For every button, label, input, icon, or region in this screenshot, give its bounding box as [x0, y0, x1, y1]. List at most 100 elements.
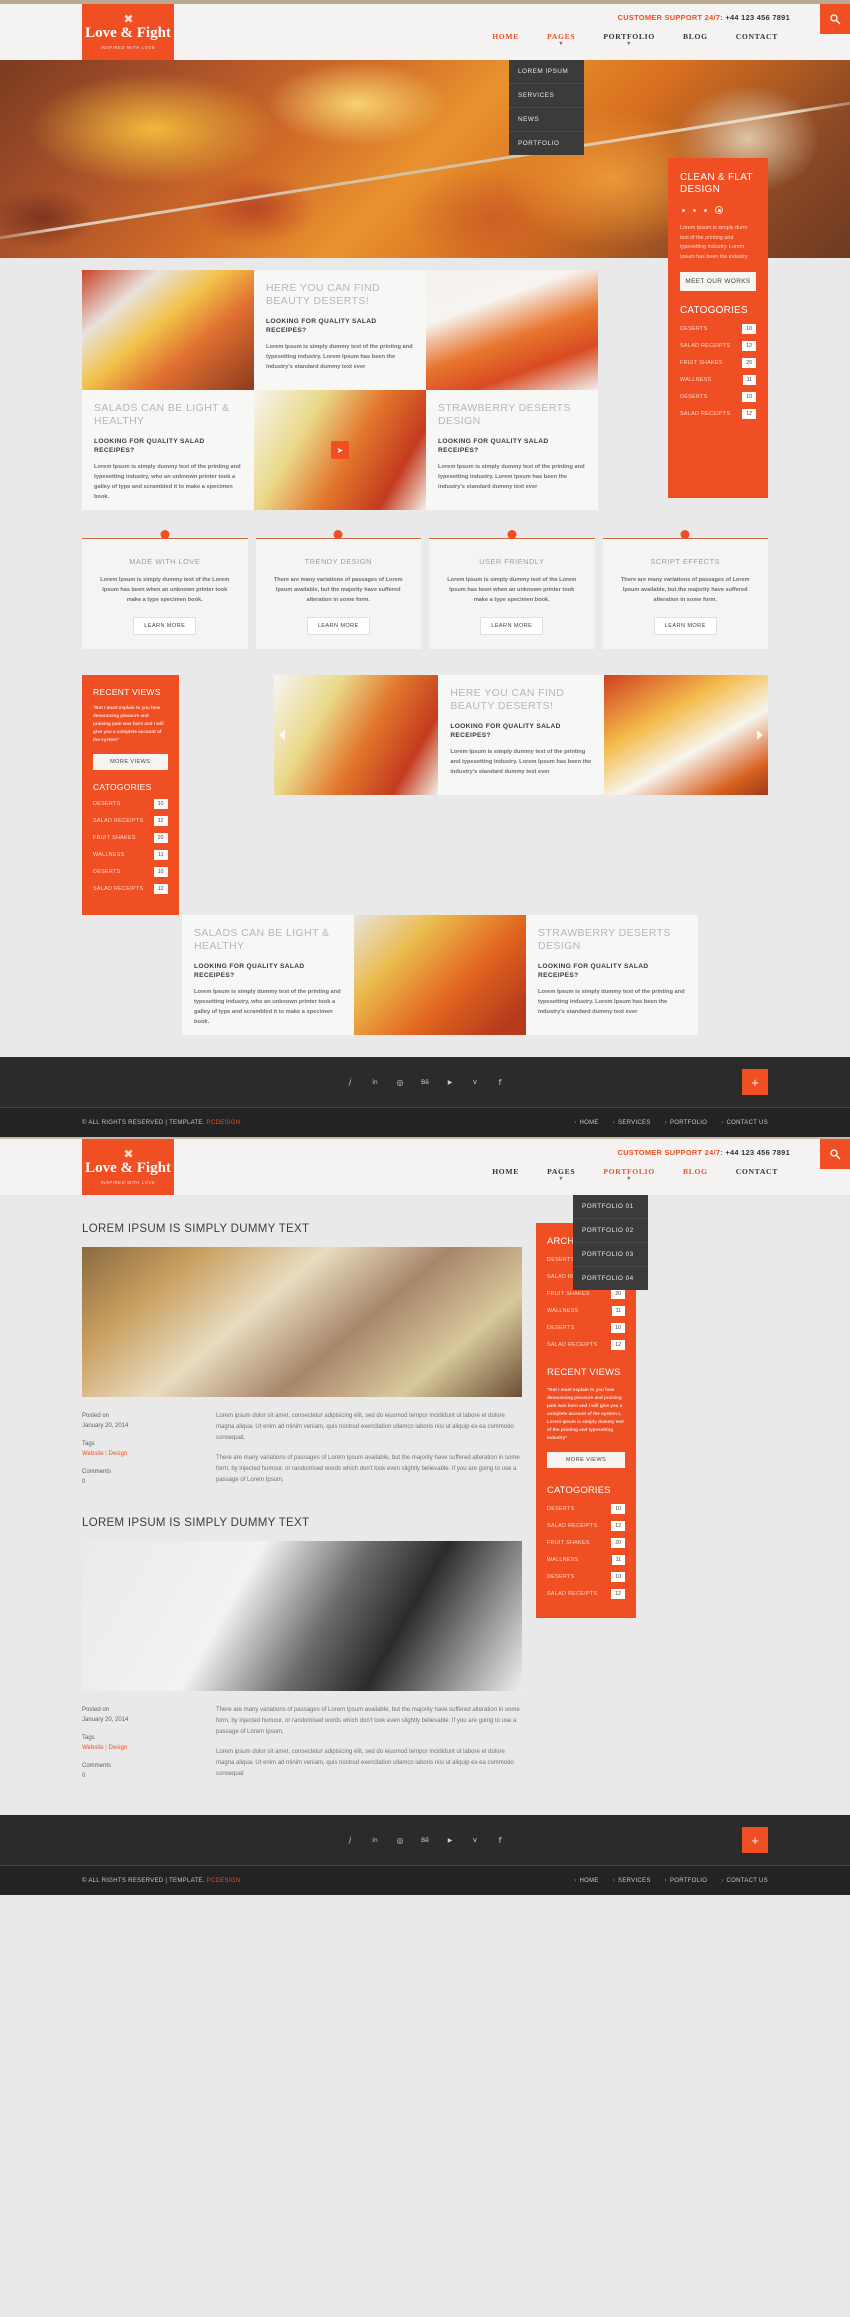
footer-link-services[interactable]: SERVICES [613, 1878, 651, 1884]
category-item[interactable]: SALAD RECEIPTS 12 [547, 1589, 625, 1599]
learn-more-button[interactable]: LEARN MORE [480, 617, 544, 635]
category-item[interactable]: WALLNESS 11 [93, 850, 168, 860]
learn-more-button[interactable]: LEARN MORE [306, 617, 370, 635]
archive-item[interactable]: WALLNESS 11 [547, 1306, 625, 1316]
dribbble-icon[interactable]: ◎ [395, 1077, 406, 1088]
archive-item[interactable]: DESERTS 10 [547, 1323, 625, 1333]
nav-portfolio[interactable]: PORTFOLIO ▾ [589, 28, 669, 51]
category-item[interactable]: FRUIT SHAKES 20 [93, 833, 168, 843]
category-item[interactable]: WALLNESS 11 [680, 375, 756, 385]
youtube-icon[interactable]: ▶ [445, 1835, 456, 1846]
nav-blog[interactable]: BLOG [669, 28, 722, 51]
grid-photo-3[interactable]: ➤ [254, 390, 426, 510]
tag-website[interactable]: Website [82, 1745, 104, 1751]
linkedin-icon[interactable]: in [370, 1077, 381, 1088]
slider-dot-2[interactable] [693, 208, 696, 212]
youtube-icon[interactable]: ▶ [445, 1077, 456, 1088]
category-item[interactable]: SALAD RECEIPTS 12 [680, 341, 756, 351]
category-item[interactable]: SALAD RECEIPTS 12 [547, 1521, 625, 1531]
dribbble-icon[interactable]: ◎ [395, 1835, 406, 1846]
category-item[interactable]: SALAD RECEIPTS 12 [93, 816, 168, 826]
category-item[interactable]: FRUIT SHAKES 20 [547, 1538, 625, 1548]
dropdown-item-portfolio-01[interactable]: PORTFOLIO 01 [573, 1195, 648, 1219]
learn-more-button[interactable]: LEARN MORE [653, 617, 717, 635]
nav2-pages[interactable]: PAGES ▾ [533, 1163, 589, 1186]
scroll-top-plus-button[interactable]: + [742, 1069, 768, 1095]
nav2-blog[interactable]: BLOG [669, 1163, 722, 1186]
learn-more-button[interactable]: LEARN MORE [133, 617, 197, 635]
behance-icon[interactable]: Bē [420, 1835, 431, 1846]
more-views-button[interactable]: MORE VIEWS [547, 1452, 625, 1468]
meet-our-works-button[interactable]: MEET OUR WORKS [680, 272, 756, 291]
category-item[interactable]: DESERTS 10 [680, 324, 756, 334]
slider-dot-active[interactable] [715, 206, 723, 214]
prev-arrow-icon[interactable] [279, 730, 286, 740]
nav-contact[interactable]: CONTACT [722, 28, 792, 51]
tag-website[interactable]: Website [82, 1451, 104, 1457]
slider-dot-3[interactable] [704, 208, 707, 212]
nav2-portfolio[interactable]: PORTFOLIO ▾ [589, 1163, 669, 1186]
dropdown-item-services[interactable]: SERVICES [509, 84, 584, 108]
footer-link-contact-us[interactable]: CONTACT US [721, 1878, 768, 1884]
footer-link-home[interactable]: HOME [574, 1878, 599, 1884]
dropdown-item-portfolio-04[interactable]: PORTFOLIO 04 [573, 1267, 648, 1290]
nav2-home[interactable]: HOME [478, 1163, 533, 1186]
archive-item[interactable]: FRUIT SHAKES 20 [547, 1289, 625, 1299]
footer-link-services[interactable]: SERVICES [613, 1120, 651, 1126]
grid-photo-1[interactable] [82, 270, 254, 390]
category-item[interactable]: SALAD RECEIPTS 12 [680, 409, 756, 419]
category-item[interactable]: DESERTS 10 [547, 1572, 625, 1582]
vimeo-icon[interactable]: v [470, 1835, 481, 1846]
next-arrow-icon[interactable] [756, 730, 763, 740]
site-logo[interactable]: ✖ Love & Fight INSPIRED WITH LOVE [82, 4, 174, 60]
footer-link-home[interactable]: HOME [574, 1120, 599, 1126]
scroll-top-plus-button-2[interactable]: + [742, 1827, 768, 1853]
search-button-2[interactable] [820, 1139, 850, 1169]
footer-link-portfolio[interactable]: PORTFOLIO [665, 1878, 708, 1884]
post-title[interactable]: LOREM IPSUM IS SIMPLY DUMMY TEXT [82, 1517, 522, 1529]
category-item[interactable]: DESERTS 10 [93, 867, 168, 877]
template-name[interactable]: PCDESIGN [207, 1878, 241, 1884]
tag-design[interactable]: Design [108, 1451, 127, 1457]
grid2-photo-1[interactable] [274, 675, 439, 795]
facebook-icon[interactable]: f [495, 1835, 506, 1846]
site-logo-2[interactable]: ✖ Love & Fight INSPIRED WITH LOVE [82, 1139, 174, 1195]
category-item[interactable]: SALAD RECEIPTS 12 [93, 884, 168, 894]
post-title[interactable]: LOREM IPSUM IS SIMPLY DUMMY TEXT [82, 1223, 522, 1235]
tag-design[interactable]: Design [108, 1745, 127, 1751]
more-views-button[interactable]: MORE VIEWS [93, 754, 168, 770]
linkedin-icon[interactable]: in [370, 1835, 381, 1846]
dropdown-item-portfolio-03[interactable]: PORTFOLIO 03 [573, 1243, 648, 1267]
post-image-woman-portrait[interactable] [82, 1541, 522, 1691]
category-item[interactable]: DESERTS 10 [680, 392, 756, 402]
archive-item[interactable]: SALAD RECEIPTS 12 [547, 1340, 625, 1350]
search-button[interactable] [820, 4, 850, 34]
category-item[interactable]: DESERTS 10 [93, 799, 168, 809]
nav-pages[interactable]: PAGES ▾ [533, 28, 589, 51]
dropdown-item-news[interactable]: NEWS [509, 108, 584, 132]
facebook-icon[interactable]: f [495, 1077, 506, 1088]
play-arrow-icon[interactable]: ➤ [331, 441, 349, 459]
category-item[interactable]: FRUIT SHAKES 20 [680, 358, 756, 368]
behance-icon[interactable]: Bē [420, 1077, 431, 1088]
dropdown-item-portfolio[interactable]: PORTFOLIO [509, 132, 584, 155]
footer-link-contact-us[interactable]: CONTACT US [721, 1120, 768, 1126]
dropdown-item-portfolio-02[interactable]: PORTFOLIO 02 [573, 1219, 648, 1243]
grid2-photo-3[interactable] [354, 915, 526, 1035]
grid-photo-2[interactable] [426, 270, 598, 390]
support-phone[interactable]: +44 123 456 7891 [725, 1148, 790, 1157]
grid2-photo-2[interactable] [603, 675, 768, 795]
category-item[interactable]: WALLNESS 11 [547, 1555, 625, 1565]
slider-dots[interactable] [682, 206, 756, 214]
support-phone[interactable]: +44 123 456 7891 [725, 13, 790, 22]
dropdown-item-lorem-ipsum[interactable]: LOREM IPSUM [509, 60, 584, 84]
nav-home[interactable]: HOME [478, 28, 533, 51]
nav2-contact[interactable]: CONTACT [722, 1163, 792, 1186]
category-item[interactable]: DESERTS 10 [547, 1504, 625, 1514]
twitter-icon[interactable]: 𝑗 [345, 1835, 356, 1846]
post-image-office-lobby[interactable] [82, 1247, 522, 1397]
footer-link-portfolio[interactable]: PORTFOLIO [665, 1120, 708, 1126]
vimeo-icon[interactable]: v [470, 1077, 481, 1088]
twitter-icon[interactable]: 𝑗 [345, 1077, 356, 1088]
slider-dot-1[interactable] [682, 208, 685, 212]
